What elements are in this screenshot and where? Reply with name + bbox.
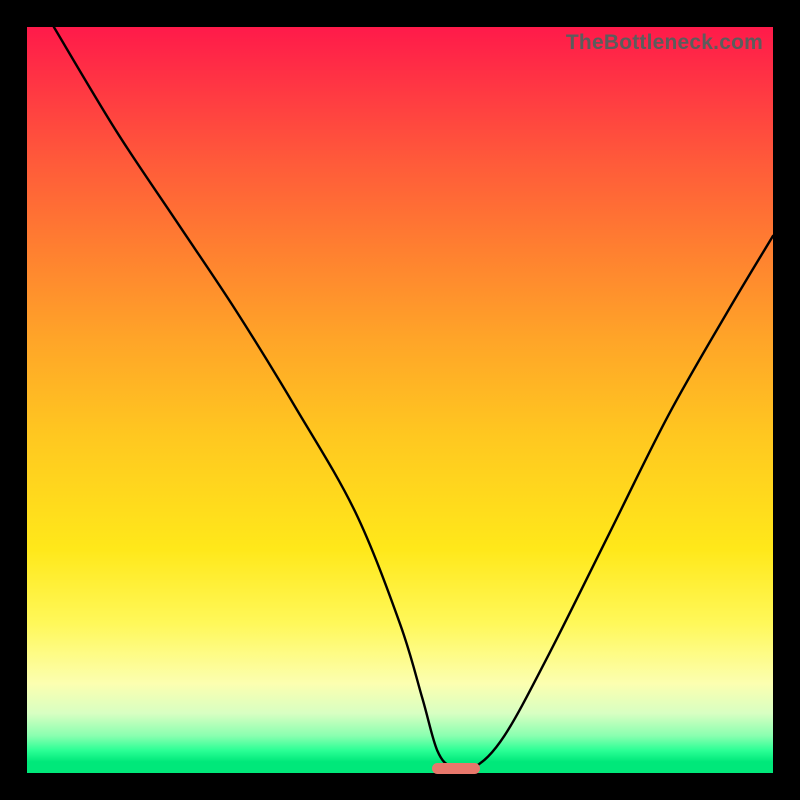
bottleneck-curve [27,27,773,773]
plot-area: TheBottleneck.com [27,27,773,773]
bottleneck-marker [432,763,480,775]
curve-path [54,27,773,770]
